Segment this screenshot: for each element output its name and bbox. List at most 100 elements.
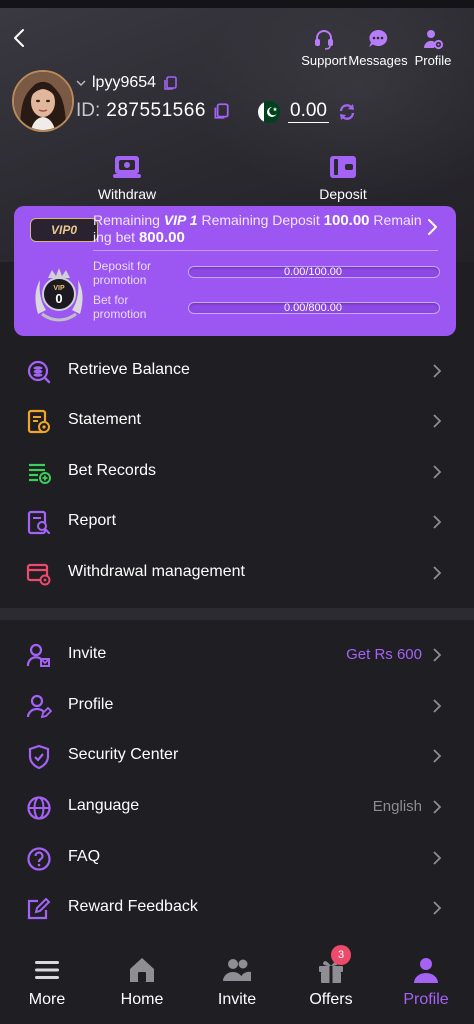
wallet-icon xyxy=(330,156,356,178)
pakistan-flag-icon xyxy=(258,100,280,123)
nav-label: Profile xyxy=(403,991,449,1008)
refresh-icon[interactable] xyxy=(337,102,357,122)
username: lpyy9654 xyxy=(92,74,157,91)
globe-icon xyxy=(27,796,51,820)
menu-item-retrieve-balance[interactable]: Retrieve Balance xyxy=(0,346,474,396)
chevron-right-icon xyxy=(433,364,442,378)
withdraw-label: Withdraw xyxy=(97,186,157,202)
menu-item-label: Security Center xyxy=(68,746,179,763)
question-icon xyxy=(27,847,51,871)
menu-item-label: FAQ xyxy=(68,848,101,865)
shield-check-icon xyxy=(28,744,50,770)
chevron-right-icon[interactable] xyxy=(426,218,438,236)
invite-icon xyxy=(26,643,50,667)
menu-item-label: Language xyxy=(68,797,140,814)
chevron-right-icon xyxy=(433,414,442,428)
chevron-right-icon xyxy=(433,566,442,580)
profile-edit-icon xyxy=(26,694,52,719)
user-gear-icon xyxy=(423,30,444,50)
vip-requirement-text: Remaining VIP 1 Remaining Deposit 100.00… xyxy=(93,212,422,246)
profile-label: Profile xyxy=(414,53,452,68)
nav-label: More xyxy=(28,991,66,1008)
menu-item-label: Bet Records xyxy=(68,462,157,479)
balance-row: 0.00 xyxy=(258,100,357,123)
avatar-portrait xyxy=(14,72,72,130)
nav-invite[interactable]: Invite xyxy=(197,955,277,1009)
vip-badge: VIP0 xyxy=(30,218,98,242)
deposit-label: Deposit xyxy=(319,186,367,202)
menu-item-report[interactable]: Report xyxy=(0,497,474,547)
nav-label: Home xyxy=(120,991,164,1008)
report-icon xyxy=(27,510,51,535)
deposit-button[interactable]: Deposit xyxy=(293,154,393,202)
username-row: lpyy9654 xyxy=(76,74,178,92)
bet-promotion-label: Bet for promotion xyxy=(93,293,147,321)
section-divider xyxy=(0,608,474,620)
user-icon xyxy=(414,958,438,983)
menu-item-bet-records[interactable]: Bet Records xyxy=(0,447,474,497)
menu-item-security-center[interactable]: Security Center xyxy=(0,731,474,781)
statement-icon xyxy=(27,409,50,434)
feedback-edit-icon xyxy=(27,897,51,920)
retrieve-balance-icon xyxy=(27,360,51,384)
nav-label: Invite xyxy=(217,991,257,1008)
menu-item-label: Retrieve Balance xyxy=(68,361,190,378)
menu-item-profile[interactable]: Profile xyxy=(0,681,474,731)
chevron-right-icon xyxy=(433,515,442,529)
chevron-right-icon xyxy=(433,901,442,915)
menu-item-invite[interactable]: Invite Get Rs 600 xyxy=(0,630,474,680)
bet-records-icon xyxy=(29,463,51,484)
nav-profile[interactable]: Profile xyxy=(386,955,466,1009)
id-label: ID: xyxy=(76,100,101,121)
vip-card[interactable]: VIP0 Remaining VIP 1 Remaining Deposit 1… xyxy=(14,206,456,336)
chevron-right-icon xyxy=(433,648,442,662)
withdraw-button[interactable]: Withdraw xyxy=(77,154,177,202)
menu-icon xyxy=(35,961,59,979)
chevron-right-icon xyxy=(433,465,442,479)
chat-bubble-icon xyxy=(369,29,388,47)
chevron-right-icon xyxy=(433,699,442,713)
back-icon[interactable] xyxy=(10,26,30,50)
deposit-progress-text: 0.00/100.00 xyxy=(283,266,343,278)
copy-icon[interactable] xyxy=(162,75,178,91)
bottom-nav: More Home Invite Offers 3 Profile xyxy=(0,945,474,1024)
current-language: English xyxy=(372,798,422,815)
withdrawal-management-icon xyxy=(26,563,51,586)
menu-item-label: Withdrawal management xyxy=(68,563,245,580)
profile-button[interactable]: Profile xyxy=(393,28,473,68)
nav-more[interactable]: More xyxy=(7,955,87,1009)
menu-item-withdrawal-management[interactable]: Withdrawal management xyxy=(0,548,474,598)
chevron-right-icon xyxy=(433,749,442,763)
menu-item-label: Report xyxy=(68,512,117,529)
copy-icon[interactable] xyxy=(212,102,230,120)
chevron-right-icon xyxy=(433,851,442,865)
nav-offers[interactable]: Offers xyxy=(291,955,371,1009)
nav-home[interactable]: Home xyxy=(102,955,182,1009)
vip-emblem-icon: VIP 0 xyxy=(35,268,83,322)
withdraw-icon xyxy=(113,156,141,178)
nav-label: Offers xyxy=(309,991,353,1008)
vip-divider xyxy=(93,250,438,251)
status-strip xyxy=(0,0,474,8)
menu-item-statement[interactable]: Statement xyxy=(0,396,474,446)
svg-text:0: 0 xyxy=(55,291,62,306)
user-id-row: ID: 287551566 xyxy=(76,100,230,122)
avatar[interactable] xyxy=(12,70,74,132)
menu-item-label: Invite xyxy=(68,645,107,662)
chevron-right-icon xyxy=(433,800,442,814)
menu-item-label: Statement xyxy=(68,411,141,428)
bet-progress-text: 0.00/800.00 xyxy=(283,302,343,314)
invite-reward-text: Get Rs 600 xyxy=(346,646,422,663)
id-value: 287551566 xyxy=(106,100,206,121)
balance-value: 0.00 xyxy=(288,100,329,123)
menu-item-language[interactable]: Language English xyxy=(0,782,474,832)
deposit-promotion-label: Deposit for promotion xyxy=(93,259,152,287)
menu-item-label: Reward Feedback xyxy=(68,898,198,915)
home-icon xyxy=(130,958,154,982)
menu-item-label: Profile xyxy=(68,696,114,713)
chevron-down-icon[interactable] xyxy=(76,79,86,87)
menu-item-faq[interactable]: FAQ xyxy=(0,833,474,883)
menu-item-reward-feedback[interactable]: Reward Feedback xyxy=(0,883,474,933)
headset-icon xyxy=(315,30,333,50)
people-icon xyxy=(223,959,251,981)
